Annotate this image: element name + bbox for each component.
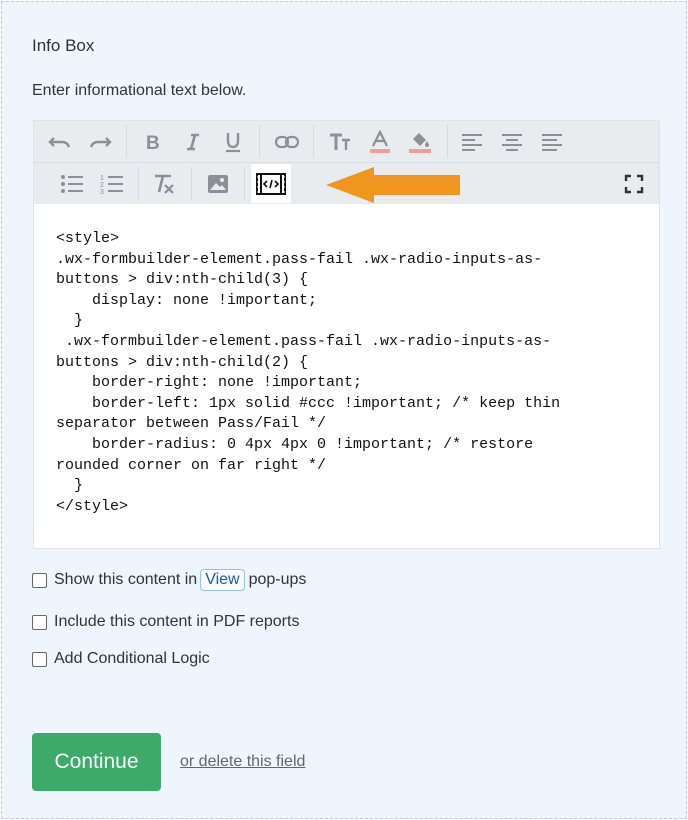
include-pdf-checkbox[interactable]: [32, 614, 47, 630]
toolbar-divider: [126, 125, 127, 158]
html-source-code[interactable]: <style> .wx-formbuilder-element.pass-fai…: [56, 229, 560, 517]
undo-icon[interactable]: [42, 125, 78, 158]
toolbar-divider: [191, 167, 192, 200]
bold-icon[interactable]: B: [135, 125, 171, 158]
continue-button[interactable]: Continue: [32, 733, 161, 791]
show-in-popups-option: Show this content in View pop-ups: [32, 569, 306, 591]
clear-format-icon[interactable]: [146, 167, 182, 200]
pointer-arrow-icon: [326, 167, 460, 203]
view-link[interactable]: View: [200, 569, 245, 591]
toolbar-divider: [244, 167, 245, 200]
editor-toolbar-row-1: B: [34, 121, 659, 163]
link-icon[interactable]: [269, 125, 305, 158]
redo-icon[interactable]: [82, 125, 118, 158]
panel-title: Info Box: [32, 36, 95, 55]
rich-text-editor: B 1 2 3 <style> .wx-formbuilder-element.…: [33, 120, 660, 549]
font-size-icon[interactable]: [322, 125, 358, 158]
align-right-icon[interactable]: [534, 125, 570, 158]
panel-instructions: Enter informational text below.: [32, 82, 247, 99]
source-code-icon[interactable]: [251, 164, 291, 203]
svg-text:3: 3: [100, 189, 104, 195]
conditional-logic-option: Add Conditional Logic: [32, 650, 210, 668]
toolbar-divider: [447, 125, 448, 158]
include-pdf-label: Include this content in PDF reports: [54, 613, 300, 630]
italic-icon[interactable]: [175, 125, 211, 158]
popups-suffix: pop-ups: [248, 571, 307, 588]
conditional-logic-label: Add Conditional Logic: [54, 650, 210, 667]
svg-text:2: 2: [100, 182, 104, 189]
align-left-icon[interactable]: [454, 125, 490, 158]
toolbar-divider: [259, 125, 260, 158]
svg-text:B: B: [146, 133, 160, 152]
toolbar-divider: [313, 125, 314, 158]
conditional-logic-checkbox[interactable]: [32, 651, 47, 667]
include-pdf-option: Include this content in PDF reports: [32, 613, 299, 631]
font-color-icon[interactable]: [362, 125, 398, 158]
toolbar-divider: [138, 167, 139, 200]
delete-field-link[interactable]: or delete this field: [180, 753, 305, 771]
image-icon[interactable]: [200, 167, 236, 200]
show-in-popups-label: Show this content in: [54, 571, 198, 588]
fullscreen-icon[interactable]: [616, 167, 652, 200]
align-center-icon[interactable]: [494, 125, 530, 158]
numbered-list-icon[interactable]: 123: [94, 167, 130, 200]
show-in-popups-checkbox[interactable]: [32, 572, 47, 588]
underline-icon[interactable]: [215, 125, 251, 158]
highlight-icon[interactable]: [402, 125, 438, 158]
svg-text:1: 1: [100, 175, 104, 182]
info-box-panel: Info Box Enter informational text below.…: [1, 1, 687, 819]
bullet-list-icon[interactable]: [54, 167, 90, 200]
